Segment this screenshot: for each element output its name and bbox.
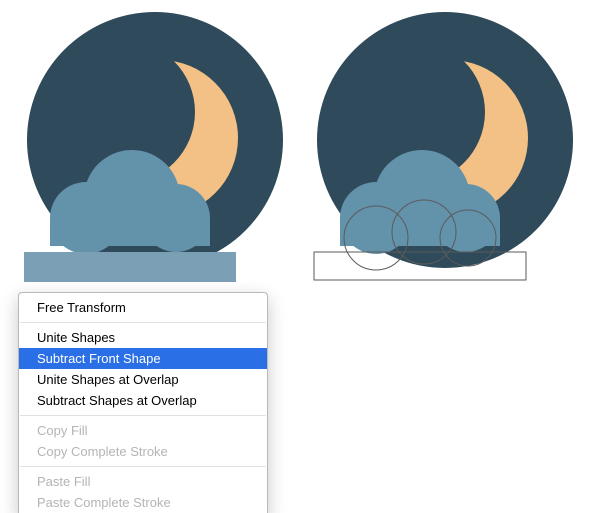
icon-left — [24, 12, 283, 282]
menu-item-paste-complete-stroke: Paste Complete Stroke — [19, 492, 267, 513]
menu-item-subtract-shapes-at-overlap[interactable]: Subtract Shapes at Overlap — [19, 390, 267, 411]
menu-separator — [20, 415, 266, 416]
context-menu: Free Transform Unite Shapes Subtract Fro… — [18, 292, 268, 513]
canvas: Free Transform Unite Shapes Subtract Fro… — [0, 0, 600, 513]
icon-right — [314, 12, 573, 280]
artwork — [10, 10, 590, 300]
menu-item-subtract-front-shape[interactable]: Subtract Front Shape — [19, 348, 267, 369]
cloud-band — [24, 252, 236, 282]
menu-separator — [20, 322, 266, 323]
menu-item-paste-fill: Paste Fill — [19, 471, 267, 492]
menu-item-free-transform[interactable]: Free Transform — [19, 297, 267, 318]
menu-item-unite-shapes-at-overlap[interactable]: Unite Shapes at Overlap — [19, 369, 267, 390]
menu-item-unite-shapes[interactable]: Unite Shapes — [19, 327, 267, 348]
menu-item-copy-fill: Copy Fill — [19, 420, 267, 441]
menu-item-copy-complete-stroke: Copy Complete Stroke — [19, 441, 267, 462]
menu-separator — [20, 466, 266, 467]
